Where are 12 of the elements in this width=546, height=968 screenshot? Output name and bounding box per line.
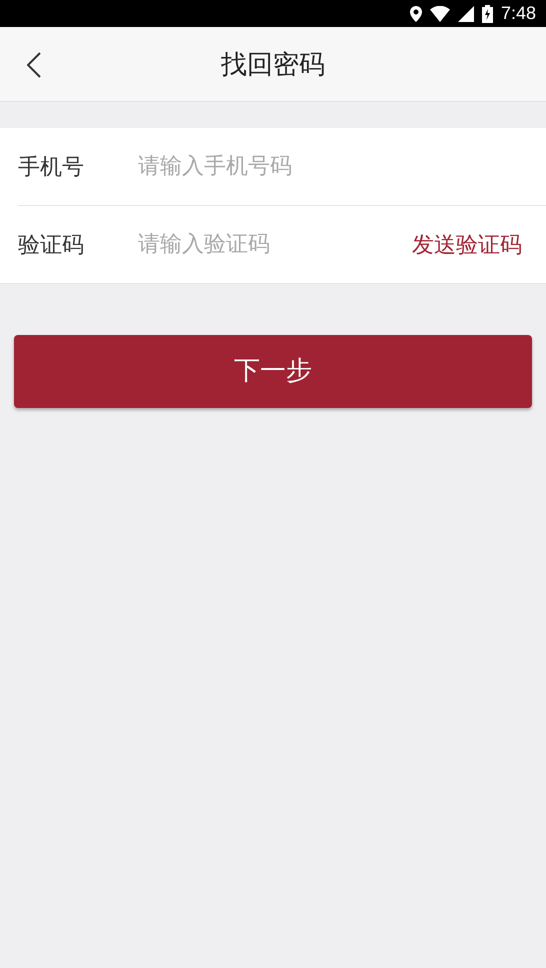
clock: 7:48 [500, 3, 536, 24]
battery-icon [482, 4, 493, 22]
input-field[interactable]: 请输入验证码 [138, 232, 412, 257]
field-label: 验证码 [18, 232, 85, 260]
location-icon [410, 6, 422, 22]
signal-icon [458, 6, 474, 22]
page-title: 找回密码 [221, 48, 325, 82]
send-code-button[interactable]: 发送验证码 [412, 230, 522, 260]
wifi-icon [430, 6, 450, 22]
next-button[interactable]: 下一步 [14, 335, 532, 408]
input-field[interactable]: 请输入手机号码 [138, 154, 522, 179]
field-label: 手机号 [18, 154, 85, 182]
